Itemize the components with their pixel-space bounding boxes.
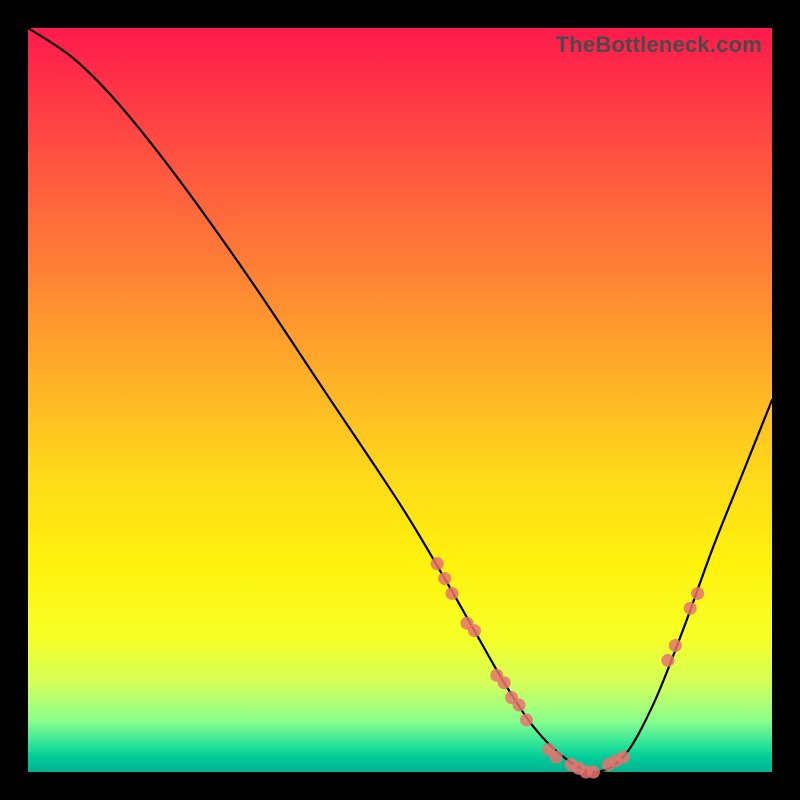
chart-svg	[28, 28, 772, 772]
data-point	[498, 676, 511, 689]
data-point	[661, 654, 674, 667]
data-point	[468, 624, 481, 637]
data-point	[669, 639, 682, 652]
data-point	[691, 587, 704, 600]
data-point	[438, 572, 451, 585]
data-point	[550, 751, 563, 764]
bottleneck-curve	[28, 28, 772, 772]
data-point	[446, 587, 459, 600]
data-point	[431, 557, 444, 570]
data-markers	[431, 557, 704, 778]
chart-plot-area: TheBottleneck.com	[28, 28, 772, 772]
data-point	[587, 766, 600, 779]
data-point	[513, 699, 526, 712]
data-point	[617, 751, 630, 764]
data-point	[520, 713, 533, 726]
data-point	[684, 602, 697, 615]
